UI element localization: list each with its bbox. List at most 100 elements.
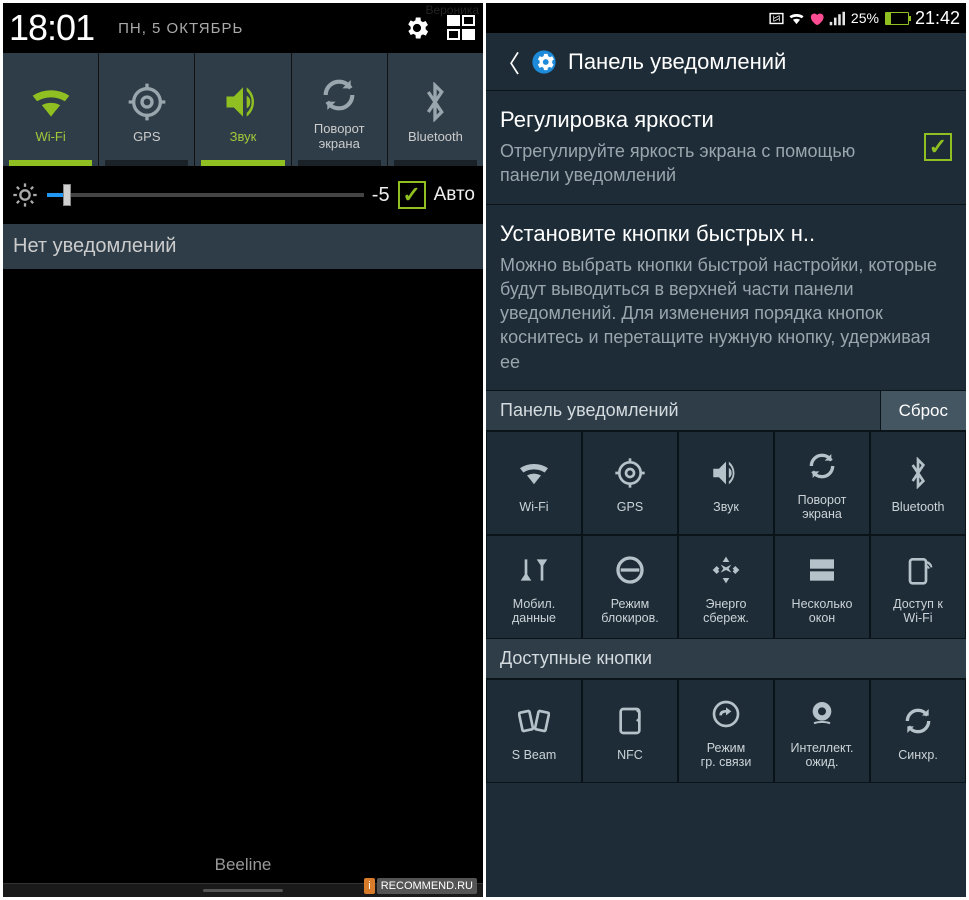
tile-label: Режим блокиров. <box>599 597 660 626</box>
tile-icon <box>806 445 838 487</box>
tile-энерго-сбереж-[interactable]: Энерго сбереж. <box>678 535 774 639</box>
tile-label: Несколько окон <box>790 597 855 626</box>
gps-icon <box>127 75 167 130</box>
brightness-slider[interactable] <box>47 184 364 206</box>
setting-title: Установите кнопки быстрых н.. <box>500 221 952 247</box>
tile-label: Поворот экрана <box>796 493 849 522</box>
brightness-row: -5 Авто <box>3 166 483 224</box>
toggle-label: Bluetooth <box>408 130 463 145</box>
tile-label: Мобил. данные <box>510 597 558 626</box>
title-bar: 〈 Панель уведомлений <box>486 33 966 91</box>
status-bar: 25% 21:42 <box>486 3 966 33</box>
setting-quick-buttons[interactable]: Установите кнопки быстрых н.. Можно выбр… <box>486 205 966 391</box>
toggle-label: Поворот экрана <box>314 122 365 152</box>
toggle-label: Звук <box>230 130 257 145</box>
available-subheader: Доступные кнопки <box>486 639 966 679</box>
tile-icon <box>907 452 929 494</box>
carrier-label: Beeline <box>3 847 483 883</box>
toggle-gps[interactable]: GPS <box>99 53 195 166</box>
clock: 18:01 <box>9 7 94 49</box>
tile-режим-гр-связи[interactable]: Режим гр. связи <box>678 679 774 783</box>
tile-icon <box>518 700 550 742</box>
no-notifications-header: Нет уведомлений <box>3 224 483 269</box>
page-title: Панель уведомлений <box>568 49 786 75</box>
tile-gps[interactable]: GPS <box>582 431 678 535</box>
settings-screenshot: 25% 21:42 〈 Панель уведомлений Регулиров… <box>486 3 966 897</box>
tile-несколько-окон[interactable]: Несколько окон <box>774 535 870 639</box>
tile-s-beam[interactable]: S Beam <box>486 679 582 783</box>
empty-notification-area <box>3 269 483 847</box>
available-tile-grid: S Beam NFC Режим гр. связи Интеллект. ожид.… <box>486 679 966 783</box>
toggle-sound[interactable]: Звук <box>195 53 291 166</box>
toggle-bluetooth[interactable]: Bluetooth <box>388 53 483 166</box>
notification-shade-screenshot: 18:01 ПН, 5 ОКТЯБРЬ Wi-Fi GPS Звук Повор… <box>3 3 483 897</box>
tile-label: Bluetooth <box>890 500 947 514</box>
shade-handle[interactable] <box>3 883 483 897</box>
heart-icon <box>808 10 825 27</box>
tile-label: Wi-Fi <box>517 500 550 514</box>
tile-доступ-к-wi-fi[interactable]: Доступ к Wi-Fi <box>870 535 966 639</box>
tile-label: GPS <box>615 500 645 514</box>
setting-description: Можно выбрать кнопки быстрой настройки, … <box>500 253 952 374</box>
battery-percent: 25% <box>851 10 879 26</box>
nfc-icon <box>768 10 785 27</box>
tile-label: S Beam <box>510 748 558 762</box>
tile-icon <box>517 452 551 494</box>
tile-поворот-экрана[interactable]: Поворот экрана <box>774 431 870 535</box>
subheader-label: Панель уведомлений <box>486 391 880 430</box>
tile-label: Энерго сбереж. <box>701 597 751 626</box>
tile-icon <box>709 452 743 494</box>
tile-label: Доступ к Wi-Fi <box>891 597 945 626</box>
setting-title: Регулировка яркости <box>500 107 916 133</box>
bluetooth-icon <box>420 75 450 130</box>
toggle-wifi[interactable]: Wi-Fi <box>3 53 99 166</box>
tile-мобил-данные[interactable]: Мобил. данные <box>486 535 582 639</box>
brightness-value: -5 <box>372 184 390 207</box>
wifi-icon <box>29 75 73 130</box>
tile-icon <box>806 549 838 591</box>
back-icon[interactable]: 〈 <box>496 44 520 79</box>
tile-icon <box>710 549 742 591</box>
tile-режим-блокиров-[interactable]: Режим блокиров. <box>582 535 678 639</box>
date: ПН, 5 ОКТЯБРЬ <box>118 20 243 37</box>
tile-label: Интеллект. ожид. <box>789 741 856 770</box>
tile-icon <box>614 452 646 494</box>
sound-icon <box>221 75 265 130</box>
toggle-label: Wi-Fi <box>35 130 65 145</box>
tile-bluetooth[interactable]: Bluetooth <box>870 431 966 535</box>
auto-brightness-checkbox[interactable] <box>398 181 426 209</box>
tile-label: Режим гр. связи <box>699 741 754 770</box>
quick-toggles-row: Wi-Fi GPS Звук Поворот экрана Bluetooth <box>3 53 483 166</box>
battery-icon <box>885 12 909 25</box>
signal-icon <box>828 10 845 27</box>
quick-panel-icon[interactable] <box>447 15 477 41</box>
tile-nfc[interactable]: NFC <box>582 679 678 783</box>
toggle-label: GPS <box>133 130 160 145</box>
auto-brightness-label: Авто <box>434 184 475 206</box>
panel-tile-grid: Wi-Fi GPS Звук Поворот экрана Bluetooth Мобил… <box>486 431 966 639</box>
setting-checkbox[interactable] <box>924 133 952 161</box>
status-bar: 18:01 ПН, 5 ОКТЯБРЬ <box>3 3 483 53</box>
reset-button[interactable]: Сброс <box>880 391 966 430</box>
clock: 21:42 <box>915 8 960 29</box>
tile-интеллект-ожид-[interactable]: Интеллект. ожид. <box>774 679 870 783</box>
tile-wi-fi[interactable]: Wi-Fi <box>486 431 582 535</box>
tile-синхр-[interactable]: Синхр. <box>870 679 966 783</box>
panel-subheader: Панель уведомлений Сброс <box>486 391 966 431</box>
tile-label: Синхр. <box>896 748 940 762</box>
tile-icon <box>518 549 550 591</box>
settings-icon[interactable] <box>403 14 431 42</box>
tile-icon <box>902 700 934 742</box>
brightness-icon <box>11 181 39 209</box>
tile-label: NFC <box>615 748 645 762</box>
toggle-rotation[interactable]: Поворот экрана <box>292 53 388 166</box>
setting-description: Отрегулируйте яркость экрана с помощью п… <box>500 139 916 188</box>
tile-icon <box>806 693 838 735</box>
wifi-icon <box>788 10 805 27</box>
tile-icon <box>710 693 742 735</box>
rotation-icon <box>319 67 359 122</box>
setting-brightness-adjust[interactable]: Регулировка яркости Отрегулируйте яркост… <box>486 91 966 205</box>
tile-label: Звук <box>711 500 741 514</box>
tile-звук[interactable]: Звук <box>678 431 774 535</box>
tile-icon <box>902 549 934 591</box>
